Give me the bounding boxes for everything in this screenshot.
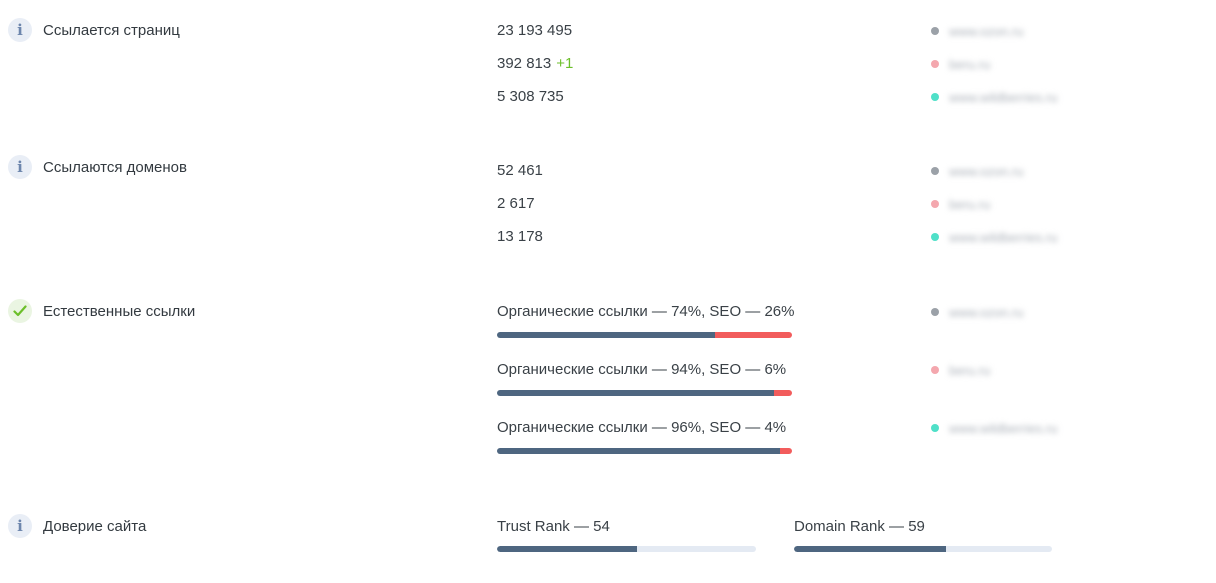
organic-seo-bar bbox=[497, 448, 792, 454]
domain-name: www.ozon.ru bbox=[949, 304, 1024, 320]
domain-dot bbox=[931, 424, 939, 432]
domain-name: www.wildberries.ru bbox=[949, 420, 1058, 436]
domain-name: www.ozon.ru bbox=[949, 23, 1024, 39]
metric-value: 23 193 495 bbox=[497, 22, 572, 39]
domain-name: beru.ru bbox=[949, 56, 991, 72]
domain-dot bbox=[931, 366, 939, 374]
metric-label-row: Естественные ссылки bbox=[8, 299, 195, 323]
domain-rank-fill bbox=[794, 546, 947, 552]
value-number: 392 813 bbox=[497, 55, 552, 72]
info-icon[interactable]: i bbox=[8, 514, 32, 538]
domain-name: www.wildberries.ru bbox=[949, 229, 1058, 245]
domain-dot bbox=[931, 60, 939, 68]
metric-value: 392 813 +1 bbox=[497, 55, 573, 72]
natural-links-text: Органические ссылки — 74%, SEO — 26% bbox=[497, 303, 795, 320]
domain-rank-label: Domain Rank — 59 bbox=[794, 518, 925, 535]
domain-rank-bar bbox=[794, 546, 1052, 552]
metric-label-row: i Ссылается страниц bbox=[8, 18, 180, 42]
info-icon[interactable]: i bbox=[8, 155, 32, 179]
metric-value: 2 617 bbox=[497, 195, 535, 212]
domain-name: beru.ru bbox=[949, 362, 991, 378]
trust-rank-fill bbox=[497, 546, 637, 552]
info-icon[interactable]: i bbox=[8, 18, 32, 42]
metric-label-row: i Ссылаются доменов bbox=[8, 155, 187, 179]
domain-legend-item: beru.ru bbox=[931, 195, 990, 213]
domain-dot bbox=[931, 27, 939, 35]
value-delta: +1 bbox=[556, 55, 574, 72]
domain-legend-item: www.ozon.ru bbox=[931, 162, 1023, 180]
domain-dot bbox=[931, 200, 939, 208]
value-number: 13 178 bbox=[497, 228, 543, 245]
metric-value: 13 178 bbox=[497, 228, 543, 245]
trust-rank-label: Trust Rank — 54 bbox=[497, 518, 610, 535]
domain-legend-item: www.ozon.ru bbox=[931, 303, 1023, 321]
trust-rank-track bbox=[636, 546, 756, 552]
domain-legend-item: beru.ru bbox=[931, 361, 990, 379]
metric-label: Ссылается страниц bbox=[43, 21, 180, 39]
checkmark-icon bbox=[8, 299, 32, 323]
seo-segment bbox=[780, 448, 792, 454]
metric-label: Доверие сайта bbox=[43, 517, 147, 535]
seo-segment bbox=[715, 332, 792, 338]
domain-legend-item: www.wildberries.ru bbox=[931, 228, 1057, 246]
domain-legend-item: www.wildberries.ru bbox=[931, 88, 1057, 106]
domain-dot bbox=[931, 308, 939, 316]
metric-label: Естественные ссылки bbox=[43, 302, 196, 320]
domain-dot bbox=[931, 93, 939, 101]
trust-rank-bar bbox=[497, 546, 756, 552]
domain-name: www.ozon.ru bbox=[949, 163, 1024, 179]
domain-legend-item: beru.ru bbox=[931, 55, 990, 73]
organic-segment bbox=[497, 390, 775, 396]
value-number: 5 308 735 bbox=[497, 88, 564, 105]
domain-dot bbox=[931, 167, 939, 175]
domain-dot bbox=[931, 233, 939, 241]
metric-value: 52 461 bbox=[497, 162, 543, 179]
domain-name: beru.ru bbox=[949, 196, 991, 212]
value-number: 23 193 495 bbox=[497, 22, 573, 39]
organic-segment bbox=[497, 332, 716, 338]
metric-value: 5 308 735 bbox=[497, 88, 564, 105]
organic-seo-bar bbox=[497, 332, 792, 338]
natural-links-text: Органические ссылки — 94%, SEO — 6% bbox=[497, 361, 787, 378]
organic-segment bbox=[497, 448, 781, 454]
organic-seo-bar bbox=[497, 390, 792, 396]
domain-legend-item: www.ozon.ru bbox=[931, 22, 1023, 40]
domain-rank-track bbox=[946, 546, 1052, 552]
domain-legend-item: www.wildberries.ru bbox=[931, 419, 1057, 437]
value-number: 52 461 bbox=[497, 162, 543, 179]
value-number: 2 617 bbox=[497, 195, 535, 212]
metric-label: Ссылаются доменов bbox=[43, 158, 187, 176]
natural-links-text: Органические ссылки — 96%, SEO — 4% bbox=[497, 419, 787, 436]
metric-label-row: i Доверие сайта bbox=[8, 514, 146, 538]
seo-segment bbox=[774, 390, 792, 396]
domain-name: www.wildberries.ru bbox=[949, 89, 1058, 105]
